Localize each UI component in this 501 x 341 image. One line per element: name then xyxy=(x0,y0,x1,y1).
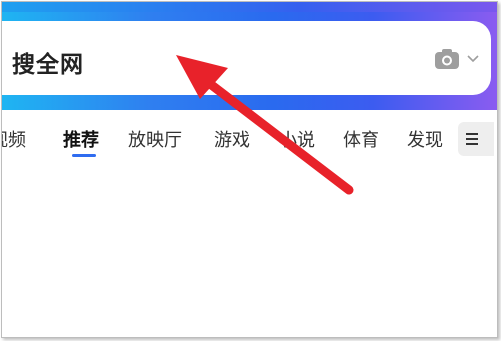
tab-novels[interactable]: 小说 xyxy=(279,126,315,152)
menu-bar xyxy=(466,143,478,145)
menu-icon[interactable] xyxy=(458,122,494,156)
tab-games[interactable]: 游戏 xyxy=(214,126,250,152)
menu-bar xyxy=(466,138,478,140)
category-tabs: 视频 推荐 放映厅 游戏 小说 体育 发现 xyxy=(2,120,497,158)
search-bar[interactable]: 搜全网 xyxy=(2,21,491,95)
app-window: 搜全网 视频 推荐 放映厅 游戏 小说 体育 发现 xyxy=(1,1,498,338)
chevron-down-icon[interactable] xyxy=(467,55,479,63)
camera-icon[interactable] xyxy=(434,48,460,70)
menu-bar xyxy=(466,133,478,135)
tab-cinema[interactable]: 放映厅 xyxy=(128,126,182,152)
search-placeholder[interactable]: 搜全网 xyxy=(12,45,84,79)
status-bar xyxy=(2,2,497,12)
tab-sports[interactable]: 体育 xyxy=(343,126,379,152)
tab-recommend[interactable]: 推荐 xyxy=(63,126,99,152)
active-tab-indicator xyxy=(72,154,96,157)
tab-video[interactable]: 视频 xyxy=(2,126,26,152)
tab-discover[interactable]: 发现 xyxy=(407,126,443,152)
feed-area xyxy=(2,158,497,337)
